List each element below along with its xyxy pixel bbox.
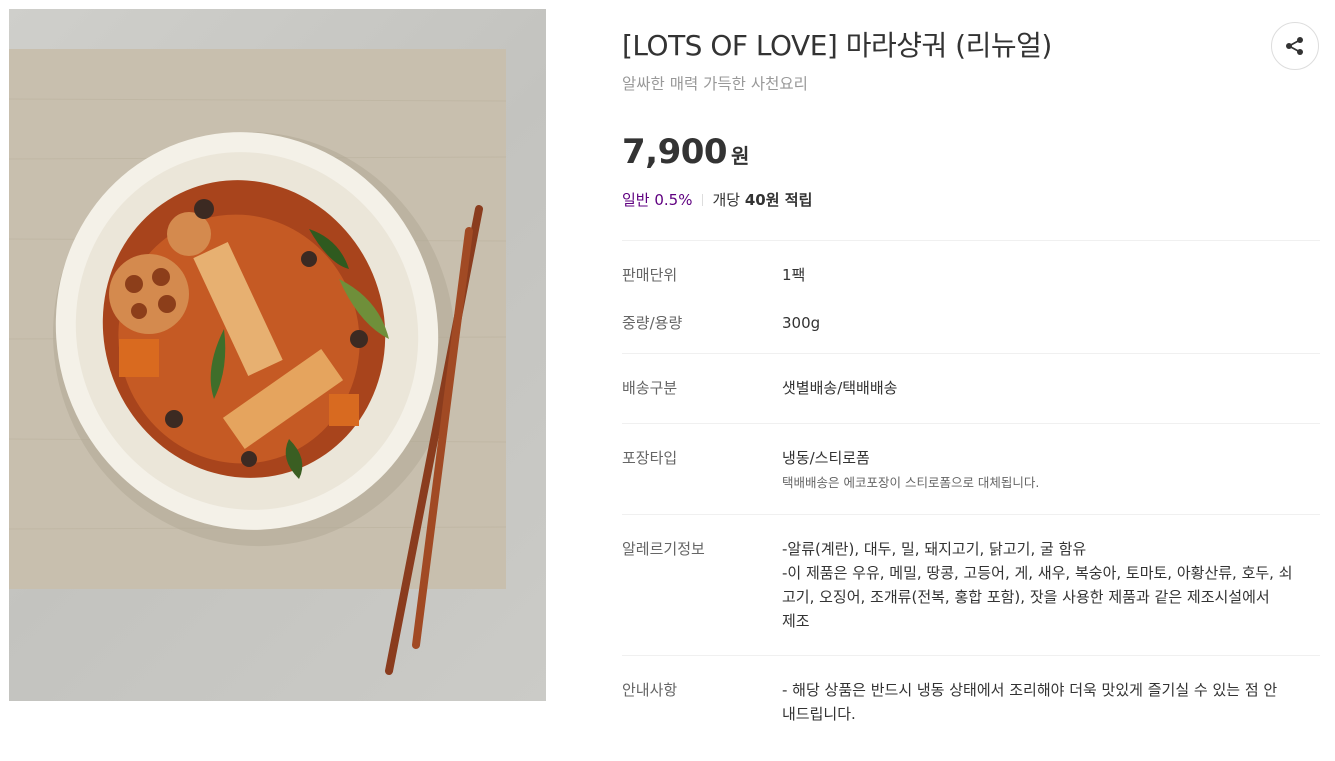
detail-value: 샛별배송/택배배송	[782, 379, 898, 397]
detail-label: 알레르기정보	[622, 540, 705, 558]
detail-label: 안내사항	[622, 681, 678, 699]
detail-value-wrap: - 해당 상품은 반드시 냉동 상태에서 조리해야 더욱 맛있게 즐기실 수 있…	[782, 678, 1320, 726]
share-button[interactable]	[1271, 22, 1319, 70]
detail-line: -알류(계란), 대두, 밀, 돼지고기, 닭고기, 굴 함유	[782, 540, 1087, 558]
detail-value: 300g	[782, 314, 821, 332]
detail-group-packaging: 포장타입 냉동/스티로폼 택배배송은 에코포장이 스티로폼으로 대체됩니다.	[622, 423, 1320, 514]
detail-row-notice: 안내사항 - 해당 상품은 반드시 냉동 상태에서 조리해야 더욱 맛있게 즐기…	[622, 678, 1320, 726]
detail-group-notice: 안내사항 - 해당 상품은 반드시 냉동 상태에서 조리해야 더욱 맛있게 즐기…	[622, 655, 1320, 736]
points-per-label: 개당	[712, 191, 741, 209]
detail-label: 배송구분	[622, 379, 678, 397]
detail-group-delivery: 배송구분 샛별배송/택배배송	[622, 353, 1320, 423]
detail-label: 포장타입	[622, 449, 678, 467]
points-divider	[702, 193, 704, 206]
product-subtitle: 알싸한 매력 가득한 사천요리	[622, 75, 808, 93]
detail-value-wrap: 냉동/스티로폼 택배배송은 에코포장이 스티로폼으로 대체됩니다.	[782, 446, 1320, 492]
detail-group-unit: 판매단위 1팩 중량/용량 300g	[622, 240, 1320, 353]
detail-row-packaging: 포장타입 냉동/스티로폼 택배배송은 에코포장이 스티로폼으로 대체됩니다.	[622, 446, 1320, 492]
detail-row-weight: 중량/용량 300g	[622, 311, 1320, 335]
detail-label: 중량/용량	[622, 314, 683, 332]
product-title: [LOTS OF LOVE] 마라샹궈 (리뉴얼)	[622, 29, 1052, 62]
detail-line: 내드립니다.	[782, 705, 856, 723]
detail-row-allergy: 알레르기정보 -알류(계란), 대두, 밀, 돼지고기, 닭고기, 굴 함유 -…	[622, 537, 1320, 633]
detail-line: -이 제품은 우유, 메밀, 땅콩, 고등어, 게, 새우, 복숭아, 토마토,…	[782, 564, 1293, 582]
price-unit: 원	[731, 144, 750, 168]
detail-value: 1팩	[782, 266, 806, 284]
points-grade: 일반 0.5%	[622, 191, 693, 209]
detail-label: 판매단위	[622, 266, 678, 284]
share-icon	[1286, 37, 1303, 55]
points-amount: 40원 적립	[744, 191, 813, 209]
product-image	[9, 9, 546, 701]
price: 7,900 원	[622, 132, 749, 172]
detail-note: 택배배송은 에코포장이 스티로폼으로 대체됩니다.	[782, 475, 1040, 490]
detail-value-wrap: -알류(계란), 대두, 밀, 돼지고기, 닭고기, 굴 함유 -이 제품은 우…	[782, 537, 1320, 633]
product-details: 판매단위 1팩 중량/용량 300g 배송구분 샛별배송/택배배송 포장타입 냉…	[622, 240, 1320, 736]
product-photo	[9, 49, 507, 675]
detail-row-sales-unit: 판매단위 1팩	[622, 263, 1320, 287]
detail-group-allergy: 알레르기정보 -알류(계란), 대두, 밀, 돼지고기, 닭고기, 굴 함유 -…	[622, 514, 1320, 655]
detail-row-delivery: 배송구분 샛별배송/택배배송	[622, 376, 1320, 400]
detail-line: - 해당 상품은 반드시 냉동 상태에서 조리해야 더욱 맛있게 즐기실 수 있…	[782, 681, 1278, 699]
detail-line: 제조	[782, 612, 810, 630]
price-amount: 7,900	[622, 132, 728, 172]
detail-line: 고기, 오징어, 조개류(전복, 홍합 포함), 잣을 사용한 제품과 같은 제…	[782, 588, 1270, 606]
points-info: 일반 0.5% 개당 40원 적립	[622, 189, 812, 210]
detail-value: 냉동/스티로폼	[782, 449, 870, 467]
